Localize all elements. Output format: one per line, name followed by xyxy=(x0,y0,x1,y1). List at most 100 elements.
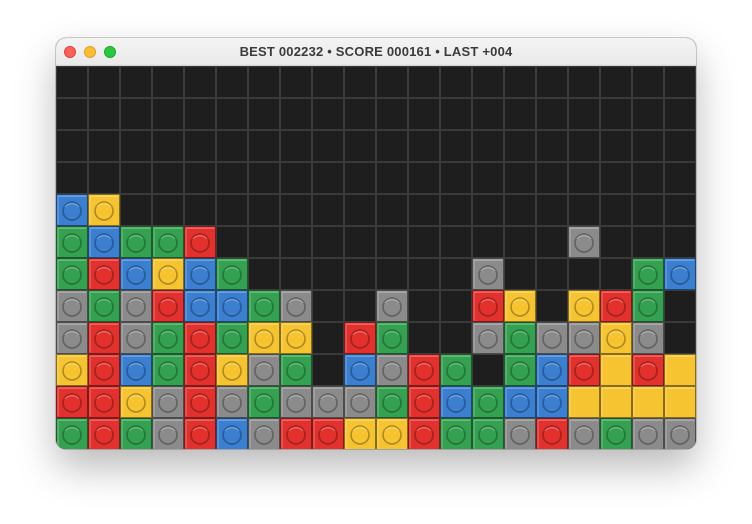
green-block[interactable] xyxy=(472,386,504,418)
gray-block[interactable] xyxy=(216,386,248,418)
empty-cell[interactable] xyxy=(632,226,664,258)
empty-cell[interactable] xyxy=(216,98,248,130)
yellow-block[interactable] xyxy=(632,386,664,418)
empty-cell[interactable] xyxy=(408,290,440,322)
empty-cell[interactable] xyxy=(440,98,472,130)
empty-cell[interactable] xyxy=(440,162,472,194)
empty-cell[interactable] xyxy=(376,130,408,162)
empty-cell[interactable] xyxy=(408,194,440,226)
red-block[interactable] xyxy=(632,354,664,386)
empty-cell[interactable] xyxy=(408,98,440,130)
gray-block[interactable] xyxy=(120,322,152,354)
empty-cell[interactable] xyxy=(344,130,376,162)
empty-cell[interactable] xyxy=(408,258,440,290)
empty-cell[interactable] xyxy=(216,130,248,162)
gray-block[interactable] xyxy=(56,322,88,354)
red-block[interactable] xyxy=(184,386,216,418)
gray-block[interactable] xyxy=(504,418,536,450)
green-block[interactable] xyxy=(504,322,536,354)
green-block[interactable] xyxy=(440,418,472,450)
empty-cell[interactable] xyxy=(504,162,536,194)
empty-cell[interactable] xyxy=(312,322,344,354)
empty-cell[interactable] xyxy=(504,98,536,130)
green-block[interactable] xyxy=(120,418,152,450)
green-block[interactable] xyxy=(440,354,472,386)
empty-cell[interactable] xyxy=(248,258,280,290)
green-block[interactable] xyxy=(216,258,248,290)
green-block[interactable] xyxy=(216,322,248,354)
gray-block[interactable] xyxy=(632,418,664,450)
yellow-block[interactable] xyxy=(248,322,280,354)
red-block[interactable] xyxy=(88,386,120,418)
red-block[interactable] xyxy=(408,386,440,418)
green-block[interactable] xyxy=(248,290,280,322)
empty-cell[interactable] xyxy=(344,290,376,322)
red-block[interactable] xyxy=(184,418,216,450)
gray-block[interactable] xyxy=(568,418,600,450)
gray-block[interactable] xyxy=(344,386,376,418)
empty-cell[interactable] xyxy=(312,226,344,258)
empty-cell[interactable] xyxy=(280,66,312,98)
empty-cell[interactable] xyxy=(440,322,472,354)
gray-block[interactable] xyxy=(376,290,408,322)
empty-cell[interactable] xyxy=(440,66,472,98)
empty-cell[interactable] xyxy=(312,258,344,290)
empty-cell[interactable] xyxy=(248,226,280,258)
empty-cell[interactable] xyxy=(504,258,536,290)
blue-block[interactable] xyxy=(56,194,88,226)
empty-cell[interactable] xyxy=(376,258,408,290)
empty-cell[interactable] xyxy=(88,98,120,130)
empty-cell[interactable] xyxy=(600,98,632,130)
empty-cell[interactable] xyxy=(216,162,248,194)
red-block[interactable] xyxy=(152,290,184,322)
green-block[interactable] xyxy=(56,258,88,290)
empty-cell[interactable] xyxy=(664,66,696,98)
gray-block[interactable] xyxy=(472,322,504,354)
empty-cell[interactable] xyxy=(664,194,696,226)
red-block[interactable] xyxy=(88,418,120,450)
empty-cell[interactable] xyxy=(56,130,88,162)
empty-cell[interactable] xyxy=(312,290,344,322)
green-block[interactable] xyxy=(376,386,408,418)
empty-cell[interactable] xyxy=(344,258,376,290)
yellow-block[interactable] xyxy=(600,354,632,386)
board-grid[interactable] xyxy=(56,66,696,449)
green-block[interactable] xyxy=(248,386,280,418)
red-block[interactable] xyxy=(184,322,216,354)
empty-cell[interactable] xyxy=(664,162,696,194)
empty-cell[interactable] xyxy=(120,162,152,194)
empty-cell[interactable] xyxy=(152,162,184,194)
empty-cell[interactable] xyxy=(504,66,536,98)
yellow-block[interactable] xyxy=(344,418,376,450)
empty-cell[interactable] xyxy=(184,98,216,130)
empty-cell[interactable] xyxy=(632,162,664,194)
empty-cell[interactable] xyxy=(312,194,344,226)
empty-cell[interactable] xyxy=(536,66,568,98)
green-block[interactable] xyxy=(120,226,152,258)
yellow-block[interactable] xyxy=(120,386,152,418)
blue-block[interactable] xyxy=(216,290,248,322)
yellow-block[interactable] xyxy=(216,354,248,386)
yellow-block[interactable] xyxy=(568,290,600,322)
green-block[interactable] xyxy=(280,354,312,386)
empty-cell[interactable] xyxy=(408,162,440,194)
empty-cell[interactable] xyxy=(600,66,632,98)
gray-block[interactable] xyxy=(376,354,408,386)
empty-cell[interactable] xyxy=(152,98,184,130)
gray-block[interactable] xyxy=(280,290,312,322)
empty-cell[interactable] xyxy=(184,194,216,226)
empty-cell[interactable] xyxy=(600,194,632,226)
gray-block[interactable] xyxy=(632,322,664,354)
red-block[interactable] xyxy=(408,354,440,386)
empty-cell[interactable] xyxy=(280,98,312,130)
empty-cell[interactable] xyxy=(248,130,280,162)
empty-cell[interactable] xyxy=(440,226,472,258)
empty-cell[interactable] xyxy=(568,194,600,226)
blue-block[interactable] xyxy=(664,258,696,290)
empty-cell[interactable] xyxy=(376,66,408,98)
gray-block[interactable] xyxy=(472,258,504,290)
empty-cell[interactable] xyxy=(536,162,568,194)
green-block[interactable] xyxy=(56,226,88,258)
gray-block[interactable] xyxy=(312,386,344,418)
gray-block[interactable] xyxy=(536,322,568,354)
